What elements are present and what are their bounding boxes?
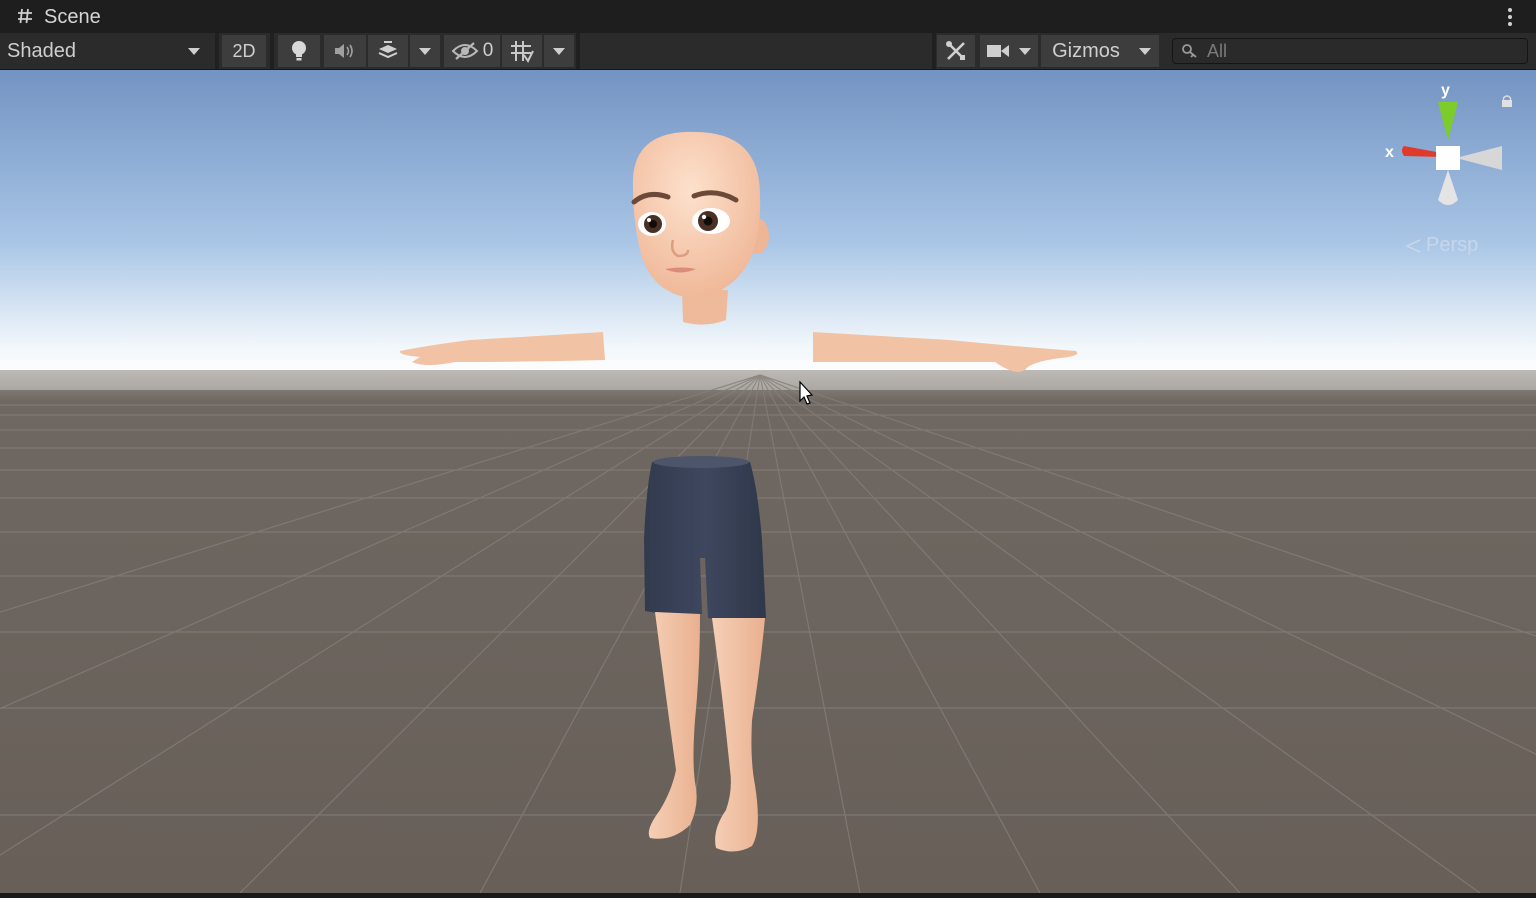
toggle-2d-label: 2D [232,40,256,61]
scene-search-box[interactable] [1172,38,1528,64]
gizmos-label: Gizmos [1052,39,1120,62]
draw-mode-dropdown[interactable]: Shaded [0,35,210,67]
grid-snap-button[interactable] [502,35,542,67]
gizmo-neg-y-cone[interactable] [1438,170,1458,205]
kebab-menu-icon[interactable] [1502,6,1518,28]
lock-icon[interactable] [1500,94,1514,108]
scene-grid-icon [18,8,32,24]
draw-mode-label: Shaded [7,39,76,62]
gizmo-x-label: x [1385,144,1394,161]
scene-tab-bar: Scene [0,0,1536,33]
lighting-toggle-button[interactable] [278,35,320,67]
toolbar-divider [576,33,580,69]
toolbar-divider [215,33,219,69]
sky [0,70,1536,385]
gizmo-y-label: y [1441,82,1450,99]
toolbar-divider [932,33,936,69]
chevron-down-icon [553,47,565,55]
effects-dropdown-button[interactable] [410,35,440,67]
ground-plane [0,360,1536,893]
tab-title[interactable]: Scene [44,6,101,29]
projection-toggle[interactable]: Persp [1404,234,1478,257]
scene-viewport[interactable]: y x Persp [0,70,1536,894]
gizmos-toggle-button[interactable]: Gizmos [1041,35,1131,67]
toggle-2d-button[interactable]: 2D [222,35,266,67]
chevron-down-icon [1139,47,1151,55]
speaker-icon [335,44,353,58]
scene-toolbar: Shaded 2D 0 Gizmos All [0,33,1536,70]
hidden-object-count: 0 [482,40,494,61]
gizmo-neg-x-cone[interactable] [1456,146,1502,170]
tool-settings-button[interactable] [937,35,975,67]
gizmo-center-cube[interactable] [1436,146,1460,170]
audio-toggle-button[interactable] [324,35,366,67]
search-icon [1182,44,1197,58]
chevron-down-icon [419,47,431,55]
gizmos-dropdown-button[interactable] [1131,35,1159,67]
camera-settings-button[interactable] [980,35,1038,67]
grid-dropdown-button[interactable] [544,35,574,67]
chevron-down-icon [1019,47,1031,55]
effects-toggle-button[interactable] [368,35,408,67]
layers-effects-icon [378,41,398,59]
gizmo-y-cone[interactable] [1438,102,1458,140]
search-input[interactable] [1207,39,1507,63]
chevron-left-icon [1405,238,1421,253]
tools-icon [946,41,965,60]
grid-snap-icon [511,41,534,63]
scene-visibility-button[interactable]: 0 [444,35,500,67]
scene-3d-render[interactable] [0,70,1536,894]
camera-icon [987,45,1009,57]
toolbar-divider [270,33,274,69]
projection-label: Persp [1426,234,1479,256]
lightbulb-icon [292,41,306,61]
eye-slash-icon [451,42,479,60]
chevron-down-icon [188,48,200,55]
